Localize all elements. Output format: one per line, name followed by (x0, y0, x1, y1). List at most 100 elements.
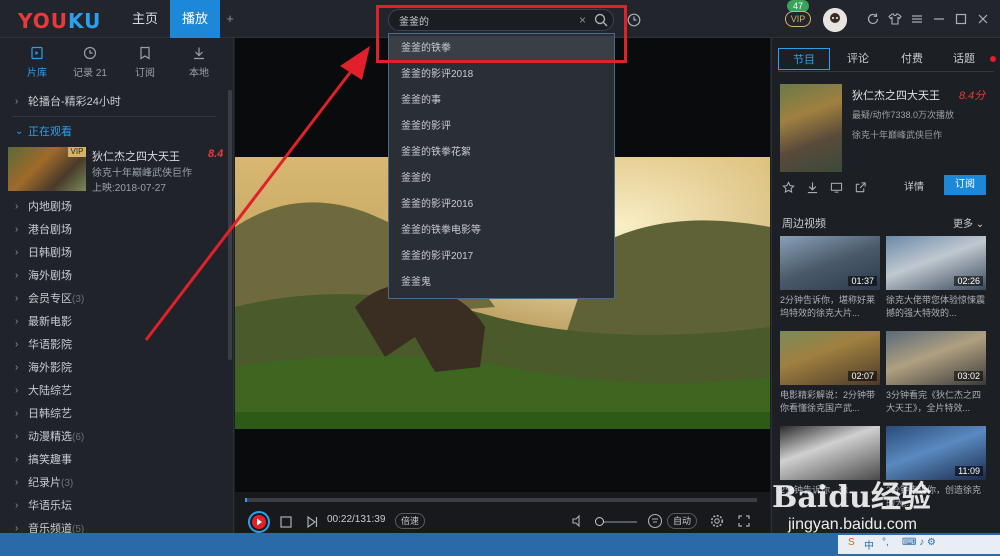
video-duration: 02:07 (848, 371, 877, 381)
chevron-down-icon: ⌄ (15, 126, 24, 137)
sidebar-item-carousel[interactable]: › 轮播台-精彩24小时 (0, 91, 226, 113)
suggestion-item[interactable]: 釜釜的 (389, 166, 614, 192)
video-card[interactable]: 01:37 2分钟告诉你，堪称好莱坞特效的徐克大片... (780, 236, 880, 326)
tab-programs[interactable]: 节目 (778, 48, 830, 70)
progress-bar[interactable] (245, 498, 757, 502)
watching-title: 狄仁杰之四大天王 (92, 151, 180, 163)
sidebar: 片库 记录 21 订阅 本地 › 轮播台-精彩24小时 ⌄ 正在观看 VIP 狄仁杰… (0, 38, 234, 556)
baidu-watermark: Baidu经验 jingyan.baidu.com (770, 472, 1000, 542)
fullscreen-icon[interactable] (737, 514, 751, 528)
more-button[interactable]: 更多 ⌄ (953, 215, 984, 230)
library-icon (31, 46, 43, 60)
sidebar-item[interactable]: › 最新电影 (0, 311, 226, 333)
share-icon[interactable] (854, 181, 867, 194)
tab-play[interactable]: 播放 (170, 0, 220, 38)
clock-icon[interactable] (627, 13, 641, 27)
video-card[interactable]: 02:07 电影精彩解说：2分钟带你看懂徐克国产武... (780, 331, 880, 421)
menu-icon[interactable] (910, 12, 924, 26)
sidebar-item[interactable]: › 纪录片(3) (0, 472, 226, 494)
speed-button[interactable]: 倍速 (395, 513, 425, 529)
sidebar-tab-history[interactable]: 记录 21 (63, 46, 117, 79)
chevron-right-icon: › (15, 362, 19, 373)
sidebar-section-watching[interactable]: ⌄ 正在观看 (0, 121, 226, 143)
suggestion-item[interactable]: 釜釜的影评 (389, 114, 614, 140)
chevron-right-icon: › (15, 293, 19, 304)
movie-poster[interactable] (780, 84, 842, 172)
movie-title[interactable]: 狄仁杰之四大天王 (852, 87, 940, 103)
next-icon[interactable] (305, 515, 319, 529)
history-icon (83, 46, 97, 60)
watching-date: 上映:2018-07-27 (92, 183, 166, 194)
sidebar-tab-library[interactable]: 片库 (10, 46, 64, 79)
vip-button[interactable]: VIP (785, 11, 811, 27)
download-icon (194, 47, 204, 60)
tab-comments[interactable]: 评论 (832, 48, 884, 70)
star-icon[interactable] (782, 181, 795, 194)
dubbing-icon[interactable] (647, 513, 663, 529)
sidebar-item[interactable]: › 海外剧场 (0, 265, 226, 287)
progress-fill (245, 498, 247, 502)
suggestion-item[interactable]: 釜釜的影评2018 (389, 62, 614, 88)
chevron-right-icon: › (15, 477, 19, 488)
volume-icon[interactable] (571, 514, 585, 528)
chevron-right-icon: › (15, 339, 19, 350)
sidebar-item[interactable]: › 大陆综艺 (0, 380, 226, 402)
tab-topics[interactable]: 话题 (938, 48, 990, 70)
video-title: 徐克大佬带您体验惊悚震撼的强大特效的... (886, 295, 986, 318)
play-button[interactable] (248, 511, 270, 533)
sidebar-tab-local[interactable]: 本地 (172, 46, 226, 79)
chevron-right-icon: › (15, 316, 19, 327)
sidebar-item[interactable]: › 日韩剧场 (0, 242, 226, 264)
chevron-right-icon: › (15, 270, 19, 281)
stop-icon[interactable] (279, 515, 293, 529)
sidebar-item[interactable]: › 搞笑趣事 (0, 449, 226, 471)
skin-icon[interactable] (888, 12, 902, 26)
video-card[interactable]: 02:26 徐克大佬带您体验惊悚震撼的强大特效的... (886, 236, 986, 326)
avatar[interactable] (823, 8, 847, 32)
suggestion-item[interactable]: 釜釜的铁拳电影等 (389, 218, 614, 244)
tab-paid[interactable]: 付费 (886, 48, 938, 70)
section-title: 周边视频 (782, 218, 826, 230)
sidebar-item[interactable]: › 港台剧场 (0, 219, 226, 241)
play-icon (252, 515, 266, 529)
download-icon[interactable] (806, 181, 819, 194)
video-duration: 01:37 (848, 276, 877, 286)
movie-meta: 最疑/动作7338.0万次播放 (852, 110, 955, 120)
suggestion-item[interactable]: 釜釜的事 (389, 88, 614, 114)
suggestion-item[interactable]: 釜釜的影评2017 (389, 244, 614, 270)
settings-icon[interactable] (710, 514, 724, 528)
sidebar-scrollbar[interactable] (228, 90, 232, 360)
sidebar-item[interactable]: › 会员专区(3) (0, 288, 226, 310)
screen-icon[interactable] (830, 181, 843, 194)
chevron-right-icon: › (15, 454, 19, 465)
suggestion-item[interactable]: 釜釜的铁拳花絮 (389, 140, 614, 166)
youku-logo[interactable]: YOUKU (18, 9, 101, 33)
tab-home[interactable]: 主页 (125, 0, 165, 38)
suggestion-item[interactable]: 釜釜鬼 (389, 270, 614, 296)
watching-item[interactable]: VIP 狄仁杰之四大天王 8.4 徐克十年巅峰武侠巨作 上映:2018-07-2… (8, 147, 228, 194)
refresh-icon[interactable] (866, 12, 880, 26)
add-tab-button[interactable]: + (222, 0, 238, 38)
chevron-right-icon: › (15, 408, 19, 419)
chevron-right-icon: › (15, 431, 19, 442)
suggestion-item[interactable]: 釜釜的影评2016 (389, 192, 614, 218)
subscribe-icon (140, 46, 150, 60)
sidebar-item[interactable]: › 华语乐坛 (0, 495, 226, 517)
video-title: 3分钟看完《狄仁杰之四大天王》，全片特效... (886, 390, 982, 413)
chevron-right-icon: › (15, 96, 19, 107)
sidebar-item[interactable]: › 内地剧场 (0, 196, 226, 218)
volume-knob[interactable] (595, 517, 604, 526)
minimize-icon[interactable] (932, 12, 946, 26)
subscribe-button[interactable]: 订阅 (944, 175, 986, 195)
sidebar-tab-subscribe[interactable]: 订阅 (118, 46, 172, 79)
video-card[interactable]: 03:02 3分钟看完《狄仁杰之四大天王》，全片特效... (886, 331, 986, 421)
sidebar-item[interactable]: › 动漫精选(6) (0, 426, 226, 448)
sidebar-item[interactable]: › 华语影院 (0, 334, 226, 356)
quality-button[interactable]: 自动 (667, 513, 697, 529)
close-icon[interactable] (976, 12, 990, 26)
watching-desc: 徐克十年巅峰武侠巨作 (92, 168, 192, 179)
sidebar-item[interactable]: › 日韩综艺 (0, 403, 226, 425)
maximize-icon[interactable] (954, 12, 968, 26)
details-button[interactable]: 详情 (904, 178, 924, 193)
sidebar-item[interactable]: › 海外影院 (0, 357, 226, 379)
